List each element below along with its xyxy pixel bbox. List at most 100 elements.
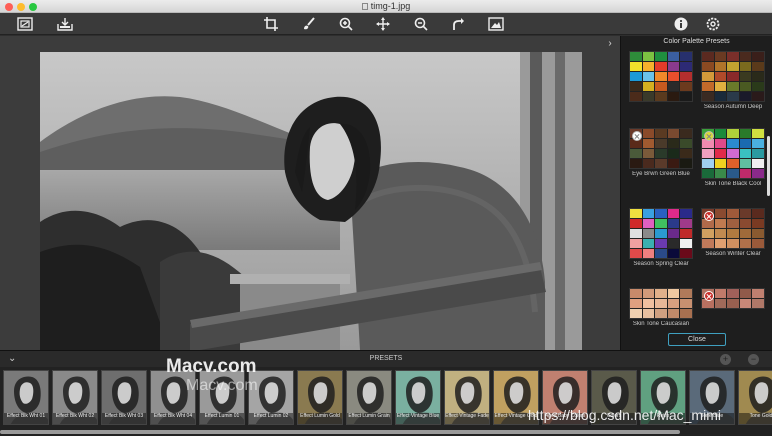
swatch [642, 219, 655, 228]
compare-icon[interactable] [15, 15, 35, 33]
swatch [727, 139, 739, 148]
main-photo[interactable] [40, 52, 582, 350]
preset-thumbnail[interactable]: Retro [640, 370, 686, 425]
zoom-in-icon[interactable] [336, 15, 356, 33]
swatch [630, 72, 642, 81]
preset-thumbnail[interactable]: Effect Blk Wht 03 [101, 370, 147, 425]
swatch [727, 239, 739, 248]
swatch [752, 219, 764, 228]
remove-palette-icon[interactable] [704, 131, 714, 141]
swatch [655, 209, 667, 218]
swatch [714, 139, 727, 148]
palette-swatches [701, 208, 765, 249]
palette-card[interactable] [629, 51, 693, 102]
canvas-area[interactable]: › [0, 36, 620, 350]
swatch [727, 209, 739, 218]
swatch [752, 62, 764, 71]
swatch [752, 72, 764, 81]
swatch [727, 82, 739, 91]
preset-thumbnail[interactable]: Effect Blk Wht 04 [150, 370, 196, 425]
crop-icon[interactable] [261, 15, 281, 33]
palette-swatches [701, 288, 765, 309]
toolbar [0, 13, 772, 35]
window-title-text: timg-1.jpg [370, 1, 411, 11]
panel-scrollbar[interactable] [767, 136, 770, 196]
palette-swatches [629, 288, 693, 319]
swatch [680, 72, 692, 81]
swatch [642, 209, 655, 218]
preset-thumbnail[interactable]: Effect Blk Wht 01 [3, 370, 49, 425]
settings-icon[interactable] [703, 15, 723, 33]
palette-card[interactable]: Skin Tone Black Cool [701, 128, 765, 187]
preset-thumbnail[interactable]: Colors [591, 370, 637, 425]
preset-thumbnail[interactable]: Effect Lumin Grain [346, 370, 392, 425]
palette-swatches [629, 51, 693, 102]
swatch [714, 159, 727, 168]
add-preset-icon[interactable]: + [720, 354, 731, 365]
preset-label: Effect Blk Wht 02 [53, 413, 97, 424]
save-icon[interactable] [55, 15, 75, 33]
palette-card[interactable] [701, 288, 765, 309]
preset-thumbnail[interactable]: Effect Blk Wht 02 [52, 370, 98, 425]
info-icon[interactable] [671, 15, 691, 33]
swatch [680, 52, 692, 61]
swatch [727, 92, 739, 101]
swatch [680, 149, 692, 158]
swatch [714, 129, 727, 138]
palette-label: Skin Tone Caucasian [632, 321, 690, 327]
swatch [739, 92, 752, 101]
swatch [714, 52, 727, 61]
swatch [727, 149, 739, 158]
chevron-right-icon[interactable]: › [604, 38, 616, 50]
swatch [702, 82, 714, 91]
preset-thumbnail[interactable]: Effect Lumin 02 [248, 370, 294, 425]
presets-scrollbar[interactable] [0, 430, 680, 434]
swatch [655, 72, 667, 81]
swatch [642, 289, 655, 298]
zoom-out-icon[interactable] [411, 15, 431, 33]
app-window: timg-1.jpg › Color Palette Presets Seaso… [0, 0, 772, 436]
brush-icon[interactable] [299, 15, 319, 33]
swatch [739, 209, 752, 218]
preset-label: Effect Lumin Grain [347, 413, 391, 424]
palette-card[interactable]: Skin Tone Caucasian [629, 288, 693, 327]
remove-palette-icon[interactable] [704, 211, 714, 221]
swatch [642, 62, 655, 71]
swatch [680, 299, 692, 308]
swatch [739, 169, 752, 178]
preset-thumbnail[interactable]: Effect Vintage Fade [444, 370, 490, 425]
remove-palette-icon[interactable] [704, 291, 714, 301]
swatch [667, 149, 680, 158]
remove-palette-icon[interactable] [632, 131, 642, 141]
fit-screen-icon[interactable] [486, 15, 506, 33]
preset-thumbnail[interactable]: Tone Gold [738, 370, 772, 425]
swatch [655, 92, 667, 101]
palette-card[interactable]: Eye Brwn Green Blue [629, 128, 693, 177]
swatch [667, 289, 680, 298]
swatch [739, 289, 752, 298]
swatch [752, 129, 764, 138]
swatch [642, 229, 655, 238]
preset-thumbnail[interactable]: Aged Baby Colors [542, 370, 588, 425]
remove-preset-icon[interactable]: − [748, 354, 759, 365]
preset-thumbnail[interactable]: Effect Lumin Gold [297, 370, 343, 425]
swatch [630, 249, 642, 258]
swatch [655, 149, 667, 158]
swatch [680, 229, 692, 238]
close-button[interactable]: Close [668, 333, 726, 346]
swatch [727, 62, 739, 71]
preset-thumbnail[interactable]: Tone Blue [689, 370, 735, 425]
swatch [752, 149, 764, 158]
move-icon[interactable] [373, 15, 393, 33]
preset-thumbnail[interactable]: Effect Lumin 01 [199, 370, 245, 425]
palette-card[interactable]: Season Autumn Deep [701, 51, 765, 110]
preset-label: Effect Blk Wht 01 [4, 413, 48, 424]
preset-thumbnail[interactable]: Effect Vintage Gold [493, 370, 539, 425]
palette-card[interactable]: Season Spring Clear [629, 208, 693, 267]
preset-thumbnail[interactable]: Effect Vintage Blue [395, 370, 441, 425]
color-palette-panel: Color Palette Presets Season Autumn Deep… [620, 36, 772, 350]
preset-label: Retro [641, 413, 685, 424]
redo-icon[interactable] [448, 15, 468, 33]
palette-card[interactable]: Season Winter Clear [701, 208, 765, 257]
swatch [702, 92, 714, 101]
